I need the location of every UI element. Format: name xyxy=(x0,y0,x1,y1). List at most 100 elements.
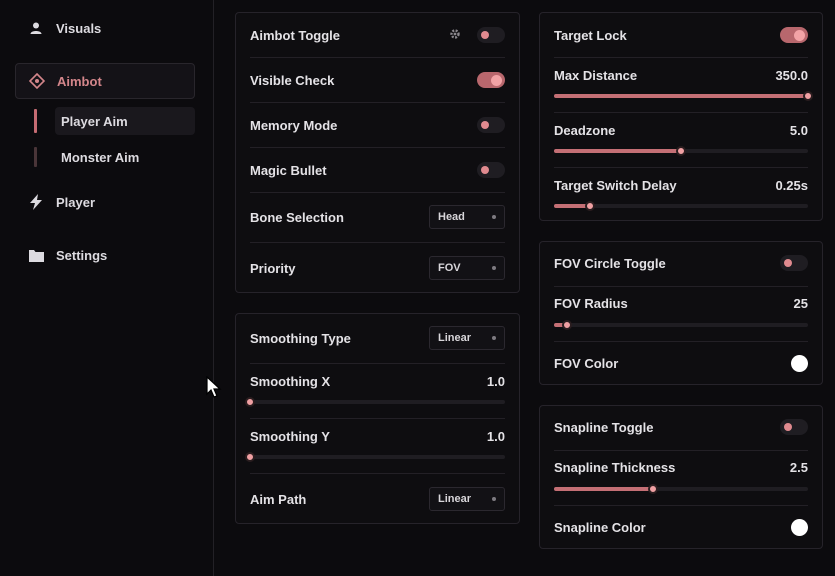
subitem-label: Monster Aim xyxy=(61,149,140,165)
memory-mode-label: Memory Mode xyxy=(250,117,338,133)
sidebar-subitem-player-aim[interactable]: Player Aim xyxy=(55,107,195,135)
dropdown-indicator-icon xyxy=(492,266,496,270)
snapline-thickness-row: Snapline Thickness 2.5 xyxy=(554,458,808,476)
visible-check-toggle[interactable] xyxy=(477,72,505,88)
smoothing-y-value: 1.0 xyxy=(486,428,505,444)
dropdown-value: Head xyxy=(438,211,465,223)
smoothing-x-value: 1.0 xyxy=(486,373,505,389)
smoothing-x-slider[interactable] xyxy=(245,397,505,407)
sidebar: Visuals Aimbot Player Aim Monster Aim Pl… xyxy=(0,0,214,576)
target-switch-delay-value: 0.25s xyxy=(775,177,808,193)
divider xyxy=(250,147,505,148)
priority-dropdown[interactable]: FOV xyxy=(429,256,505,280)
memory-mode-toggle[interactable] xyxy=(477,117,505,133)
dropdown-value: Linear xyxy=(438,493,472,505)
mouse-cursor-icon xyxy=(206,375,222,403)
slider-thumb[interactable] xyxy=(803,91,813,101)
divider xyxy=(250,242,505,243)
target-lock-label: Target Lock xyxy=(554,27,627,43)
sidebar-item-label: Player xyxy=(56,194,96,210)
divider xyxy=(250,192,505,193)
divider xyxy=(250,418,505,419)
fov-color-row: FOV Color xyxy=(554,353,808,373)
sidebar-subitem-monster-aim[interactable]: Monster Aim xyxy=(55,143,195,171)
max-distance-label: Max Distance xyxy=(554,67,638,83)
snapline-panel: Snapline Toggle Snapline Thickness 2.5 S… xyxy=(539,405,823,549)
divider xyxy=(250,473,505,474)
divider xyxy=(554,505,808,506)
subitem-indicator xyxy=(34,109,37,133)
dropdown-indicator-icon xyxy=(492,336,496,340)
fov-color-label: FOV Color xyxy=(554,355,619,371)
dropdown-indicator-icon xyxy=(492,497,496,501)
snapline-color-swatch[interactable] xyxy=(791,518,808,536)
snapline-color-row: Snapline Color xyxy=(554,517,808,537)
aim-path-dropdown[interactable]: Linear xyxy=(429,487,505,511)
slider-thumb[interactable] xyxy=(245,397,255,407)
aim-path-label: Aim Path xyxy=(250,491,307,507)
smoothing-panel: Smoothing Type Linear Smoothing X 1.0 Sm… xyxy=(235,313,520,524)
smoothing-x-row: Smoothing X 1.0 xyxy=(250,372,505,390)
sidebar-item-player[interactable]: Player xyxy=(15,184,195,220)
snapline-toggle[interactable] xyxy=(780,419,808,435)
target-lock-toggle[interactable] xyxy=(780,27,808,43)
divider xyxy=(554,341,808,342)
aimbot-toggle-row: Aimbot Toggle xyxy=(250,25,505,45)
smoothing-y-slider[interactable] xyxy=(245,452,505,462)
gear-icon[interactable] xyxy=(449,28,461,43)
fov-radius-row: FOV Radius 25 xyxy=(554,294,808,312)
fov-circle-toggle[interactable] xyxy=(780,255,808,271)
smoothing-type-row: Smoothing Type Linear xyxy=(250,326,505,350)
divider xyxy=(554,167,808,168)
divider xyxy=(554,112,808,113)
magic-bullet-row: Magic Bullet xyxy=(250,160,505,180)
snapline-thickness-value: 2.5 xyxy=(789,459,808,475)
smoothing-type-dropdown[interactable]: Linear xyxy=(429,326,505,350)
fov-circle-toggle-row: FOV Circle Toggle xyxy=(554,253,808,273)
sidebar-item-label: Visuals xyxy=(56,20,102,36)
slider-thumb[interactable] xyxy=(561,320,572,330)
slider-thumb[interactable] xyxy=(648,484,659,494)
target-switch-delay-slider[interactable] xyxy=(554,201,808,211)
target-lock-row: Target Lock xyxy=(554,25,808,45)
bone-selection-dropdown[interactable]: Head xyxy=(429,205,505,229)
slider-thumb[interactable] xyxy=(676,146,686,156)
fov-circle-toggle-label: FOV Circle Toggle xyxy=(554,255,666,271)
deadzone-row: Deadzone 5.0 xyxy=(554,121,808,139)
bone-selection-label: Bone Selection xyxy=(250,209,344,225)
fov-color-swatch[interactable] xyxy=(791,354,808,372)
user-icon xyxy=(28,20,44,36)
aimbot-toggle-label: Aimbot Toggle xyxy=(250,27,341,43)
deadzone-slider[interactable] xyxy=(554,146,808,156)
slider-thumb[interactable] xyxy=(584,201,595,211)
dropdown-indicator-icon xyxy=(492,215,496,219)
sidebar-item-label: Aimbot xyxy=(57,73,102,89)
deadzone-value: 5.0 xyxy=(789,122,808,138)
divider xyxy=(250,363,505,364)
sidebar-item-label: Settings xyxy=(56,247,108,263)
sidebar-item-aimbot[interactable]: Aimbot xyxy=(15,63,195,99)
max-distance-slider[interactable] xyxy=(554,91,813,101)
aim-path-row: Aim Path Linear xyxy=(250,487,505,511)
dropdown-value: Linear xyxy=(438,332,472,344)
bone-selection-row: Bone Selection Head xyxy=(250,205,505,229)
aimbot-panel: Aimbot Toggle Visible Check Memory Mode … xyxy=(235,12,520,293)
priority-label: Priority xyxy=(250,260,296,276)
visible-check-row: Visible Check xyxy=(250,70,505,90)
max-distance-row: Max Distance 350.0 xyxy=(554,66,808,84)
subitem-label: Player Aim xyxy=(61,113,128,129)
deadzone-label: Deadzone xyxy=(554,122,616,138)
fov-radius-slider[interactable] xyxy=(554,320,808,330)
aimbot-toggle[interactable] xyxy=(477,27,505,43)
smoothing-y-row: Smoothing Y 1.0 xyxy=(250,427,505,445)
magic-bullet-toggle[interactable] xyxy=(477,162,505,178)
sidebar-item-visuals[interactable]: Visuals xyxy=(15,10,195,46)
sidebar-item-settings[interactable]: Settings xyxy=(15,237,195,273)
max-distance-value: 350.0 xyxy=(775,67,808,83)
slider-thumb[interactable] xyxy=(245,452,255,462)
priority-row: Priority FOV xyxy=(250,256,505,280)
fov-radius-label: FOV Radius xyxy=(554,295,628,311)
magic-bullet-label: Magic Bullet xyxy=(250,162,327,178)
snapline-thickness-slider[interactable] xyxy=(554,484,808,494)
target-switch-delay-row: Target Switch Delay 0.25s xyxy=(554,176,808,194)
